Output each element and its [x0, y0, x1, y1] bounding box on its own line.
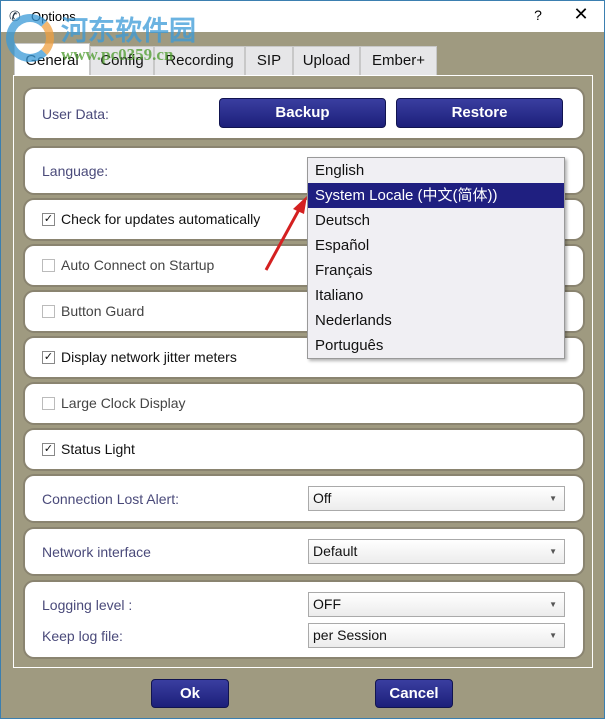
annotation-arrow-icon: [264, 196, 307, 271]
options-dialog: ✆ Options ? ✕ General Config Recording S…: [0, 0, 605, 719]
